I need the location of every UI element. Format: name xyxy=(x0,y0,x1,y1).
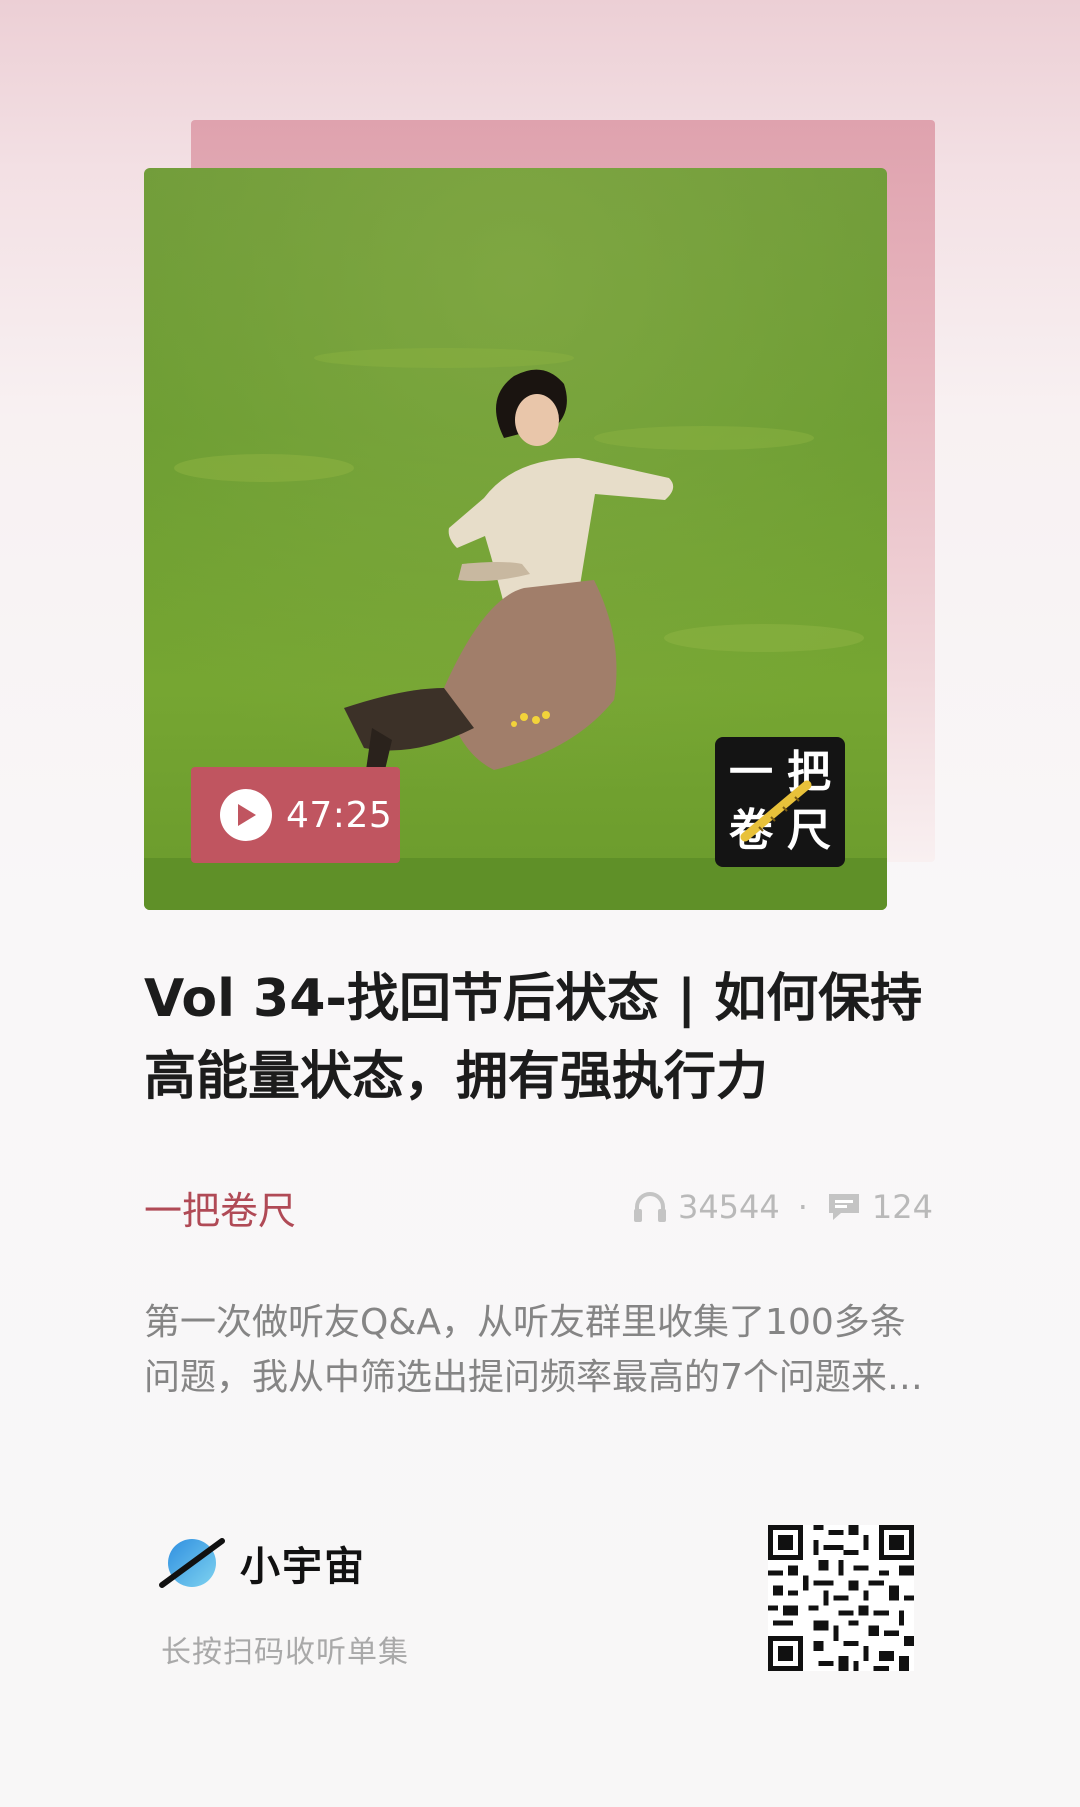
qr-code-icon[interactable] xyxy=(768,1525,914,1671)
comment-count: 124 xyxy=(871,1188,933,1226)
stats-separator: · xyxy=(797,1188,808,1226)
episode-cover[interactable]: 47:25 一 把 卷 尺 xyxy=(144,168,887,910)
app-brand: 小宇宙 xyxy=(156,1533,366,1593)
tape-measure-icon xyxy=(740,780,812,842)
play-button[interactable]: 47:25 xyxy=(191,767,400,863)
comment-icon xyxy=(828,1194,859,1220)
podcast-logo-badge: 一 把 卷 尺 xyxy=(715,737,845,867)
play-count: 34544 xyxy=(677,1188,780,1226)
play-icon xyxy=(220,789,272,841)
planet-logo-icon xyxy=(159,1538,225,1588)
episode-title[interactable]: Vol 34-找回节后状态 | 如何保持高能量状态，拥有强执行力 xyxy=(144,960,924,1116)
episode-description[interactable]: 第一次做听友Q&A，从听友群里收集了100多条问题，我从中筛选出提问频率最高的7… xyxy=(144,1295,924,1405)
headphones-icon xyxy=(633,1192,666,1222)
podcast-author[interactable]: 一把卷尺 xyxy=(144,1180,296,1235)
episode-duration: 47:25 xyxy=(286,794,393,836)
brand-name: 小宇宙 xyxy=(240,1544,366,1590)
episode-stats: 34544 · 124 xyxy=(632,1188,933,1226)
scan-hint: 长按扫码收听单集 xyxy=(161,1635,409,1670)
